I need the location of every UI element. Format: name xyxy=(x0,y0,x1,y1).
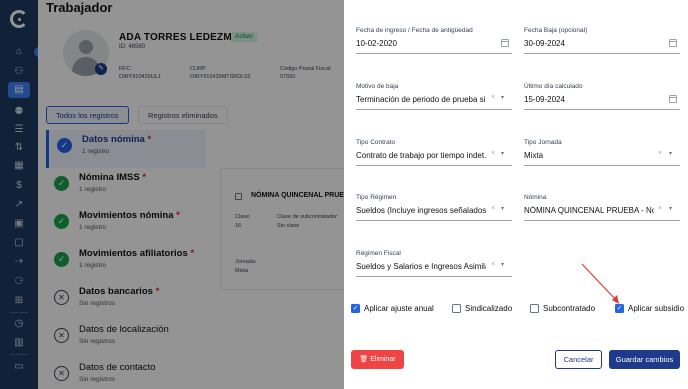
clear-icon[interactable]: × xyxy=(491,261,495,268)
clear-icon[interactable]: × xyxy=(491,94,495,101)
subsidio-label: Aplicar subsidio xyxy=(628,304,685,313)
tipo-contrato-label: Tipo Contrato xyxy=(356,139,396,146)
motivo-baja-value: Terminación de periodo de prueba si... xyxy=(356,95,486,104)
chevron-down-icon[interactable]: ▾ xyxy=(669,205,672,212)
clear-icon[interactable]: × xyxy=(658,150,662,157)
tipo-regimen-label: Tipo Régimen xyxy=(356,194,397,201)
fecha-ingreso-label: Fecha de ingreso / Fecha de antigüedad xyxy=(356,27,473,34)
fecha-baja-value: 30-09-2024 xyxy=(524,39,565,48)
chevron-down-icon[interactable]: ▾ xyxy=(501,205,504,212)
save-button[interactable]: Guardar cambios xyxy=(609,350,680,369)
calendar-icon[interactable] xyxy=(669,39,677,47)
annotation-arrow-icon xyxy=(581,263,619,304)
clear-icon[interactable]: × xyxy=(658,205,662,212)
motivo-baja-label: Motivo de baja xyxy=(356,83,399,90)
delete-button-label: Eliminar xyxy=(370,356,396,363)
cancel-button[interactable]: Cancelar xyxy=(555,350,602,369)
ajuste-anual-label: Aplicar ajuste anual xyxy=(364,304,434,313)
delete-button[interactable]: 🗑 Eliminar xyxy=(351,350,404,369)
modal-backdrop[interactable] xyxy=(0,0,344,389)
tipo-jornada-label: Tipo Jornada xyxy=(524,139,562,146)
checkbox-checked-icon[interactable]: ✓ xyxy=(351,304,360,313)
ultimo-dia-label: Último día calculado xyxy=(524,83,583,90)
tipo-regimen-value: Sueldos (Incluye ingresos señalados ... xyxy=(356,206,486,215)
chevron-down-icon[interactable]: ▾ xyxy=(501,150,504,157)
regimen-fiscal-value: Sueldos y Salarios e Ingresos Asimila... xyxy=(356,262,486,271)
nomina-value: NÓMINA QUINCENAL PRUEBA - Nor... xyxy=(524,206,654,215)
sindicalizado-label: Sindicalizado xyxy=(465,304,513,313)
chevron-down-icon[interactable]: ▾ xyxy=(501,261,504,268)
calendar-icon[interactable] xyxy=(501,39,509,47)
checkbox-unchecked-icon[interactable] xyxy=(530,304,539,313)
calendar-icon[interactable] xyxy=(669,95,677,103)
chevron-down-icon[interactable]: ▾ xyxy=(669,150,672,157)
clear-icon[interactable]: × xyxy=(491,150,495,157)
ultimo-dia-value: 15-09-2024 xyxy=(524,95,565,104)
checkbox-unchecked-icon[interactable] xyxy=(452,304,461,313)
regimen-fiscal-label: Régimen Fiscal xyxy=(356,250,401,257)
chevron-down-icon[interactable]: ▾ xyxy=(501,94,504,101)
tipo-jornada-value: Mixta xyxy=(524,151,544,160)
tipo-contrato-value: Contrato de trabajo por tiempo indet... xyxy=(356,151,486,160)
clear-icon[interactable]: × xyxy=(491,205,495,212)
nomina-label: Nómina xyxy=(524,194,547,201)
fecha-ingreso-value: 10-02-2020 xyxy=(356,39,397,48)
fecha-baja-label: Fecha Baja (opcional) xyxy=(524,27,588,34)
